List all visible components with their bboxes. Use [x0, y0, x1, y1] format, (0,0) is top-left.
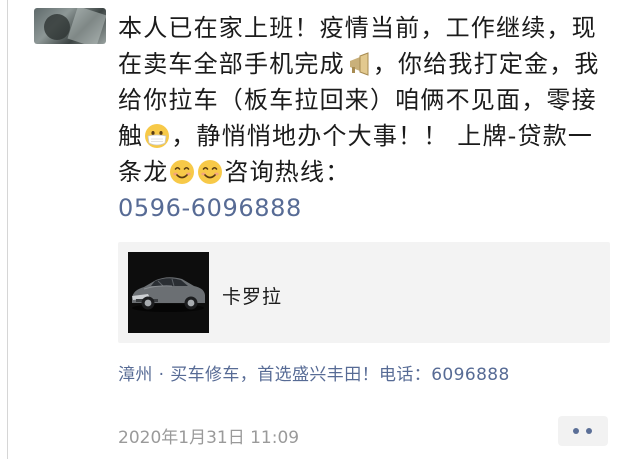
smiling-face-emoji	[198, 160, 223, 184]
more-button[interactable]	[558, 416, 608, 446]
post-timestamp: 2020年1月31日 11:09	[118, 428, 300, 448]
post-line: 本人已在家上班！疫情当前，工作继	[118, 14, 522, 42]
location-source-link[interactable]: 漳州 · 买车修车，首选盛兴丰田！电话：6096888	[118, 360, 510, 385]
car-image	[128, 252, 209, 333]
avatar-shape	[44, 14, 70, 40]
link-card-title: 卡罗拉	[222, 286, 283, 308]
car-thumbnail	[128, 252, 209, 333]
post-line: ，静悄悄地办个大	[171, 122, 373, 150]
more-dots-icon	[573, 428, 579, 434]
avatar[interactable]	[34, 8, 106, 44]
post-line: 咨询热线：	[224, 158, 351, 186]
post-text: 本人已在家上班！疫情当前，工作继续，现在卖车全部手机完成 ，你给我打定金，我给你拉…	[118, 10, 606, 226]
phone-number-link[interactable]: 0596-6096888	[118, 194, 302, 222]
more-dots-icon	[586, 428, 592, 434]
megaphone-emoji	[349, 52, 369, 76]
post-line: ，你给我	[372, 50, 474, 78]
medical-mask-emoji	[145, 124, 170, 148]
left-divider	[7, 0, 8, 459]
smiling-face-emoji	[170, 160, 195, 184]
avatar-shape	[67, 8, 106, 44]
link-card[interactable]: 卡罗拉	[118, 242, 610, 343]
